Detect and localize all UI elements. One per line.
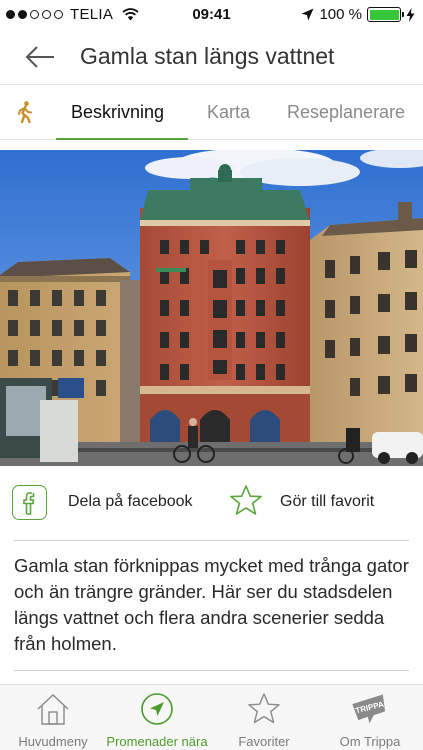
app-header: Gamla stan längs vattnet	[0, 30, 423, 85]
nav-huvudmeny[interactable]: Huvudmeny	[0, 685, 106, 750]
route-description: Gamla stan förknippas mycket med trånga …	[14, 555, 409, 654]
divider	[14, 540, 409, 541]
share-row: Dela på facebook Gör till favorit	[0, 466, 423, 540]
tab-bar: Beskrivning Karta Reseplanerare	[0, 86, 423, 140]
nav-om-trippa[interactable]: TRIPPA Om Trippa	[317, 685, 423, 750]
tab-karta[interactable]: Karta	[207, 86, 250, 140]
location-services-icon	[301, 8, 314, 21]
tab-beskrivning[interactable]: Beskrivning	[71, 86, 164, 140]
status-bar: TELIA 09:41 100 %	[0, 0, 423, 30]
walking-person-icon	[18, 101, 32, 124]
trippa-logo-icon: TRIPPA	[352, 694, 386, 724]
active-tab-indicator	[56, 138, 188, 140]
bottom-nav: Huvudmeny Promenader nära Favoriter TRIP…	[0, 684, 423, 750]
star-icon[interactable]	[229, 484, 263, 518]
nav-label: Om Trippa	[339, 734, 401, 749]
share-facebook-button[interactable]: Dela på facebook	[68, 493, 193, 511]
back-arrow-icon[interactable]	[24, 44, 58, 70]
nav-favoriter[interactable]: Favoriter	[211, 685, 317, 750]
facebook-icon[interactable]	[12, 485, 47, 520]
star-icon	[248, 693, 280, 724]
page-title: Gamla stan längs vattnet	[80, 43, 335, 69]
building-photo	[0, 150, 423, 466]
home-icon	[37, 694, 69, 725]
charging-bolt-icon	[406, 7, 415, 22]
status-right: 100 %	[301, 6, 415, 23]
favorite-button[interactable]: Gör till favorit	[280, 493, 374, 511]
tab-reseplanerare[interactable]: Reseplanerare	[287, 86, 405, 140]
battery-level	[369, 9, 399, 20]
battery-percent: 100 %	[319, 6, 362, 23]
nav-promenader-nara[interactable]: Promenader nära	[104, 685, 210, 750]
battery-icon	[367, 7, 404, 22]
hero-photo	[0, 150, 423, 466]
divider	[14, 670, 409, 671]
location-arrow-icon	[141, 693, 173, 725]
